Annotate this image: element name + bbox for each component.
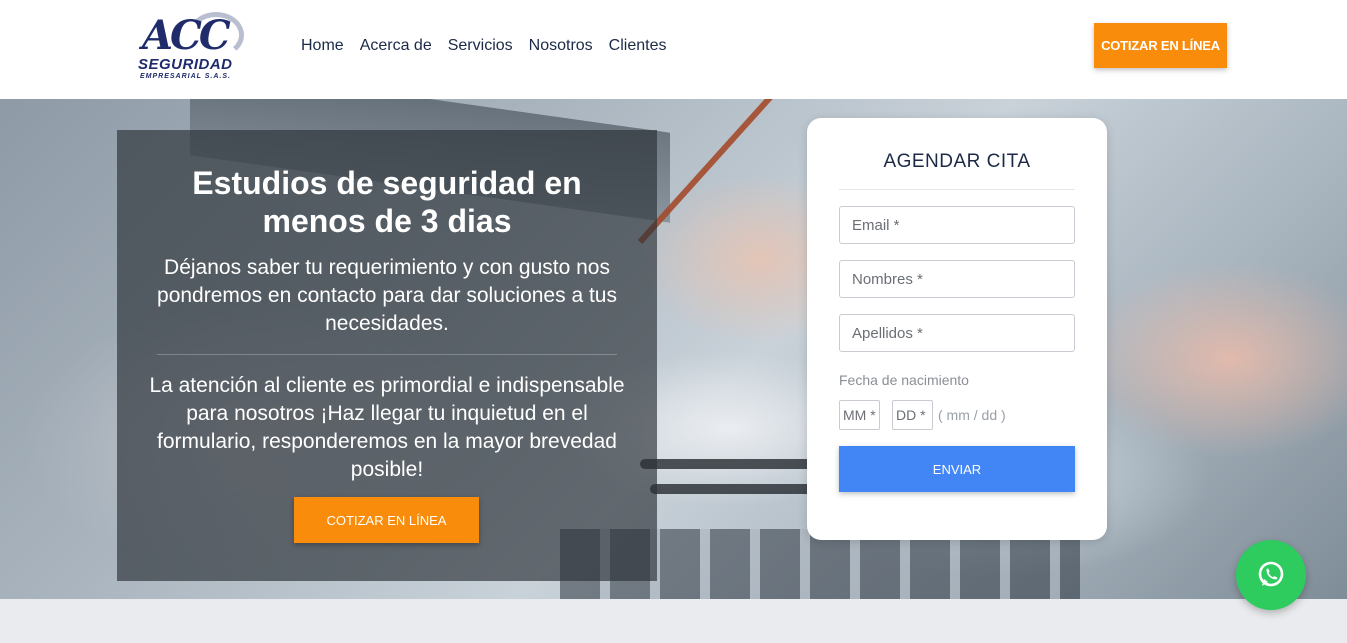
nav-clientes[interactable]: Clientes (609, 37, 667, 55)
whatsapp-button[interactable] (1236, 540, 1306, 610)
nav-acerca[interactable]: Acerca de (360, 37, 432, 55)
dob-month-field[interactable] (839, 400, 880, 430)
apellidos-field[interactable] (839, 314, 1075, 352)
logo-acc: ACC (142, 12, 231, 59)
logo-seguridad: SEGURIDAD (138, 56, 233, 73)
cotizar-hero-button[interactable]: COTIZAR EN LÍNEA (294, 497, 479, 543)
hero-section: Estudios de seguridad en menos de 3 dias… (0, 99, 1347, 599)
hero-subtitle: Déjanos saber tu requerimiento y con gus… (157, 256, 617, 335)
enviar-button[interactable]: ENVIAR (839, 446, 1075, 492)
logo-empresarial: EMPRESARIAL S.A.S. (140, 73, 231, 80)
agendar-cita-form: AGENDAR CITA Fecha de nacimiento ( mm / … (807, 118, 1107, 540)
nav-servicios[interactable]: Servicios (448, 37, 513, 55)
hero-text-card: Estudios de seguridad en menos de 3 dias… (117, 130, 657, 581)
main-nav: Home Acerca de Servicios Nosotros Client… (301, 37, 666, 55)
nav-nosotros[interactable]: Nosotros (529, 37, 593, 55)
cotizar-header-button[interactable]: COTIZAR EN LÍNEA (1094, 23, 1227, 68)
whatsapp-icon (1258, 561, 1284, 587)
hero-divider (157, 354, 617, 355)
company-logo[interactable]: ACC SEGURIDAD EMPRESARIAL S.A.S. (136, 10, 246, 82)
hero-title: Estudios de seguridad en menos de 3 dias (192, 165, 582, 239)
email-field[interactable] (839, 206, 1075, 244)
dob-label: Fecha de nacimiento (839, 372, 969, 388)
form-title: AGENDAR CITA (883, 151, 1031, 172)
hero-description: La atención al cliente es primordial e i… (149, 374, 625, 481)
dob-format-hint: ( mm / dd ) (938, 407, 1006, 423)
dob-day-field[interactable] (892, 400, 933, 430)
site-header: ACC SEGURIDAD EMPRESARIAL S.A.S. Home Ac… (0, 0, 1347, 99)
nombres-field[interactable] (839, 260, 1075, 298)
nav-home[interactable]: Home (301, 37, 344, 55)
form-divider (839, 189, 1075, 190)
